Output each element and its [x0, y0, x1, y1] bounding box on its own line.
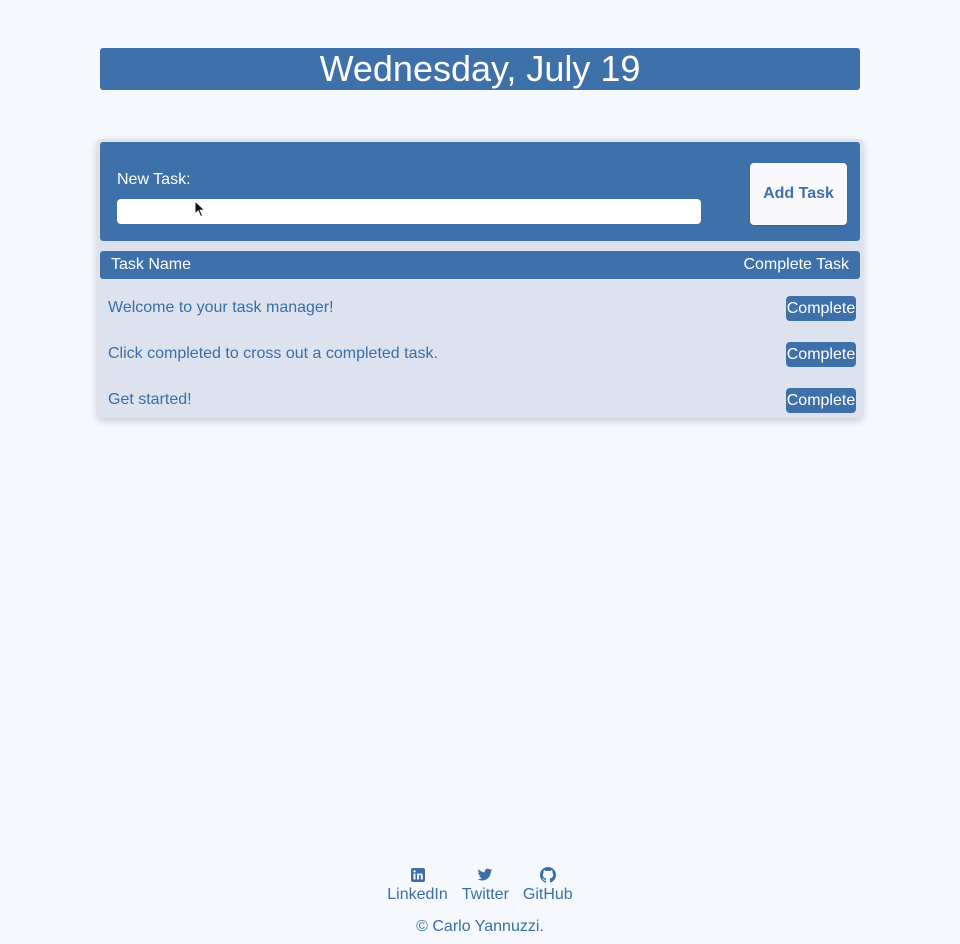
column-header-task-name: Task Name: [111, 256, 192, 273]
twitter-label: Twitter: [461, 886, 509, 903]
copyright-text: © Carlo Yannuzzi.: [416, 918, 544, 935]
date-banner: Wednesday, July 19: [100, 48, 860, 90]
github-label: GitHub: [522, 886, 573, 903]
task-name: Click completed to cross out a completed…: [108, 345, 438, 362]
linkedin-label: LinkedIn: [387, 886, 448, 903]
twitter-icon: [478, 868, 493, 881]
complete-button[interactable]: Complete: [786, 388, 856, 413]
task-table-header: Task Name Complete Task: [100, 251, 860, 279]
task-row: Welcome to your task manager! Complete: [100, 285, 860, 331]
mouse-cursor-icon: [194, 200, 206, 218]
github-link[interactable]: GitHub: [523, 866, 573, 905]
task-name: Get started!: [108, 391, 192, 408]
task-name: Welcome to your task manager!: [108, 299, 334, 316]
add-task-button[interactable]: Add Task: [750, 163, 847, 225]
twitter-link[interactable]: Twitter: [462, 866, 509, 905]
complete-button[interactable]: Complete: [786, 296, 856, 321]
linkedin-link[interactable]: LinkedIn: [387, 866, 448, 905]
task-row: Click completed to cross out a completed…: [100, 331, 860, 377]
column-header-complete-task: Complete Task: [743, 256, 849, 273]
new-task-form: New Task: Add Task: [100, 142, 860, 241]
task-panel: New Task: Add Task Task Name Complete Ta…: [97, 139, 863, 418]
task-row: Get started! Complete: [100, 377, 860, 423]
linkedin-icon: [410, 868, 425, 882]
new-task-label: New Task:: [117, 171, 191, 188]
social-links: LinkedIn Twitter GitHub: [0, 866, 960, 905]
complete-button[interactable]: Complete: [786, 342, 856, 367]
github-icon: [539, 867, 556, 883]
footer: LinkedIn Twitter GitHub © Carlo Yannuzzi…: [0, 866, 960, 944]
